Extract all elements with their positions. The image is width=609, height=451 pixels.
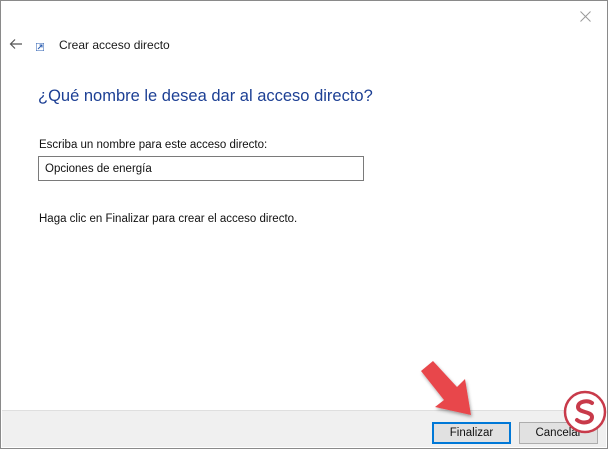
instruction-text: Haga clic en Finalizar para crear el acc… — [39, 213, 298, 225]
dialog-title: Crear acceso directo — [59, 38, 170, 52]
shortcut-name-input[interactable] — [38, 156, 364, 181]
close-button[interactable] — [565, 3, 605, 29]
dialog-footer — [2, 410, 606, 447]
finish-button[interactable]: Finalizar — [432, 422, 511, 444]
cancel-button[interactable]: Cancelar — [519, 422, 598, 444]
back-arrow-icon — [9, 39, 22, 49]
create-shortcut-dialog: Crear acceso directo ¿Qué nombre le dese… — [0, 0, 608, 449]
back-button[interactable] — [7, 35, 25, 53]
shortcut-icon — [36, 43, 44, 51]
page-heading: ¿Qué nombre le desea dar al acceso direc… — [38, 87, 373, 105]
close-icon — [579, 10, 591, 22]
name-field-label: Escriba un nombre para este acceso direc… — [39, 139, 268, 151]
